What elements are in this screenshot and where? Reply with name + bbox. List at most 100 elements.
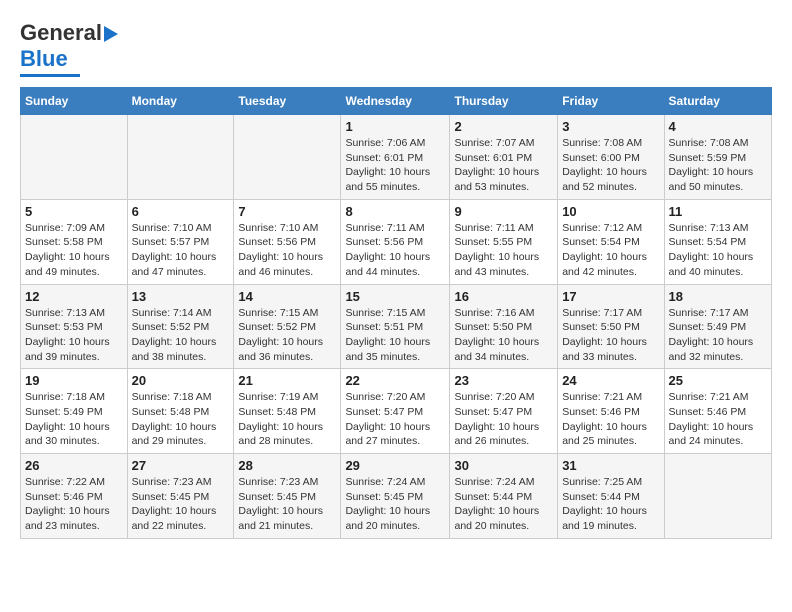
day-number: 27	[132, 458, 230, 473]
day-number: 21	[238, 373, 336, 388]
weekday-wednesday: Wednesday	[341, 88, 450, 115]
day-info: Sunrise: 7:18 AM Sunset: 5:49 PM Dayligh…	[25, 390, 123, 449]
day-info: Sunrise: 7:20 AM Sunset: 5:47 PM Dayligh…	[345, 390, 445, 449]
day-number: 28	[238, 458, 336, 473]
week-row-3: 12 Sunrise: 7:13 AM Sunset: 5:53 PM Dayl…	[21, 284, 772, 369]
day-info: Sunrise: 7:06 AM Sunset: 6:01 PM Dayligh…	[345, 136, 445, 195]
day-info: Sunrise: 7:15 AM Sunset: 5:51 PM Dayligh…	[345, 306, 445, 365]
day-number: 8	[345, 204, 445, 219]
day-number: 1	[345, 119, 445, 134]
calendar-cell: 19 Sunrise: 7:18 AM Sunset: 5:49 PM Dayl…	[21, 369, 128, 454]
calendar-cell: 13 Sunrise: 7:14 AM Sunset: 5:52 PM Dayl…	[127, 284, 234, 369]
calendar-cell: 22 Sunrise: 7:20 AM Sunset: 5:47 PM Dayl…	[341, 369, 450, 454]
day-number: 25	[669, 373, 767, 388]
day-info: Sunrise: 7:10 AM Sunset: 5:56 PM Dayligh…	[238, 221, 336, 280]
calendar-cell: 7 Sunrise: 7:10 AM Sunset: 5:56 PM Dayli…	[234, 199, 341, 284]
day-number: 4	[669, 119, 767, 134]
calendar-cell: 26 Sunrise: 7:22 AM Sunset: 5:46 PM Dayl…	[21, 454, 128, 539]
day-number: 5	[25, 204, 123, 219]
day-number: 2	[454, 119, 553, 134]
day-number: 19	[25, 373, 123, 388]
calendar-cell: 28 Sunrise: 7:23 AM Sunset: 5:45 PM Dayl…	[234, 454, 341, 539]
calendar-cell: 11 Sunrise: 7:13 AM Sunset: 5:54 PM Dayl…	[664, 199, 771, 284]
calendar-body: 1 Sunrise: 7:06 AM Sunset: 6:01 PM Dayli…	[21, 115, 772, 539]
day-number: 17	[562, 289, 659, 304]
day-number: 23	[454, 373, 553, 388]
day-info: Sunrise: 7:14 AM Sunset: 5:52 PM Dayligh…	[132, 306, 230, 365]
day-info: Sunrise: 7:17 AM Sunset: 5:50 PM Dayligh…	[562, 306, 659, 365]
calendar-cell: 16 Sunrise: 7:16 AM Sunset: 5:50 PM Dayl…	[450, 284, 558, 369]
day-number: 26	[25, 458, 123, 473]
calendar-cell: 8 Sunrise: 7:11 AM Sunset: 5:56 PM Dayli…	[341, 199, 450, 284]
day-info: Sunrise: 7:09 AM Sunset: 5:58 PM Dayligh…	[25, 221, 123, 280]
calendar-cell: 3 Sunrise: 7:08 AM Sunset: 6:00 PM Dayli…	[558, 115, 664, 200]
day-info: Sunrise: 7:21 AM Sunset: 5:46 PM Dayligh…	[669, 390, 767, 449]
day-info: Sunrise: 7:08 AM Sunset: 6:00 PM Dayligh…	[562, 136, 659, 195]
calendar-cell: 24 Sunrise: 7:21 AM Sunset: 5:46 PM Dayl…	[558, 369, 664, 454]
calendar-cell: 31 Sunrise: 7:25 AM Sunset: 5:44 PM Dayl…	[558, 454, 664, 539]
day-number: 10	[562, 204, 659, 219]
calendar-table: SundayMondayTuesdayWednesdayThursdayFrid…	[20, 87, 772, 539]
weekday-header-row: SundayMondayTuesdayWednesdayThursdayFrid…	[21, 88, 772, 115]
day-number: 30	[454, 458, 553, 473]
day-info: Sunrise: 7:24 AM Sunset: 5:44 PM Dayligh…	[454, 475, 553, 534]
day-number: 29	[345, 458, 445, 473]
calendar-cell: 2 Sunrise: 7:07 AM Sunset: 6:01 PM Dayli…	[450, 115, 558, 200]
calendar-cell	[127, 115, 234, 200]
calendar-cell: 14 Sunrise: 7:15 AM Sunset: 5:52 PM Dayl…	[234, 284, 341, 369]
day-number: 22	[345, 373, 445, 388]
week-row-4: 19 Sunrise: 7:18 AM Sunset: 5:49 PM Dayl…	[21, 369, 772, 454]
day-info: Sunrise: 7:11 AM Sunset: 5:56 PM Dayligh…	[345, 221, 445, 280]
day-info: Sunrise: 7:23 AM Sunset: 5:45 PM Dayligh…	[238, 475, 336, 534]
day-info: Sunrise: 7:18 AM Sunset: 5:48 PM Dayligh…	[132, 390, 230, 449]
day-info: Sunrise: 7:11 AM Sunset: 5:55 PM Dayligh…	[454, 221, 553, 280]
week-row-5: 26 Sunrise: 7:22 AM Sunset: 5:46 PM Dayl…	[21, 454, 772, 539]
week-row-2: 5 Sunrise: 7:09 AM Sunset: 5:58 PM Dayli…	[21, 199, 772, 284]
day-number: 9	[454, 204, 553, 219]
logo-text: General	[20, 20, 118, 46]
calendar-cell: 17 Sunrise: 7:17 AM Sunset: 5:50 PM Dayl…	[558, 284, 664, 369]
day-number: 3	[562, 119, 659, 134]
day-number: 18	[669, 289, 767, 304]
day-info: Sunrise: 7:19 AM Sunset: 5:48 PM Dayligh…	[238, 390, 336, 449]
day-info: Sunrise: 7:25 AM Sunset: 5:44 PM Dayligh…	[562, 475, 659, 534]
calendar-cell: 30 Sunrise: 7:24 AM Sunset: 5:44 PM Dayl…	[450, 454, 558, 539]
day-number: 14	[238, 289, 336, 304]
calendar-cell: 29 Sunrise: 7:24 AM Sunset: 5:45 PM Dayl…	[341, 454, 450, 539]
week-row-1: 1 Sunrise: 7:06 AM Sunset: 6:01 PM Dayli…	[21, 115, 772, 200]
calendar-cell: 4 Sunrise: 7:08 AM Sunset: 5:59 PM Dayli…	[664, 115, 771, 200]
day-info: Sunrise: 7:07 AM Sunset: 6:01 PM Dayligh…	[454, 136, 553, 195]
day-info: Sunrise: 7:10 AM Sunset: 5:57 PM Dayligh…	[132, 221, 230, 280]
day-info: Sunrise: 7:23 AM Sunset: 5:45 PM Dayligh…	[132, 475, 230, 534]
calendar-cell: 23 Sunrise: 7:20 AM Sunset: 5:47 PM Dayl…	[450, 369, 558, 454]
day-number: 31	[562, 458, 659, 473]
weekday-monday: Monday	[127, 88, 234, 115]
day-number: 11	[669, 204, 767, 219]
day-info: Sunrise: 7:21 AM Sunset: 5:46 PM Dayligh…	[562, 390, 659, 449]
page-header: General Blue	[20, 20, 772, 77]
day-number: 7	[238, 204, 336, 219]
logo: General Blue	[20, 20, 118, 77]
day-number: 20	[132, 373, 230, 388]
calendar-cell: 12 Sunrise: 7:13 AM Sunset: 5:53 PM Dayl…	[21, 284, 128, 369]
weekday-tuesday: Tuesday	[234, 88, 341, 115]
weekday-thursday: Thursday	[450, 88, 558, 115]
calendar-cell	[664, 454, 771, 539]
calendar-cell: 25 Sunrise: 7:21 AM Sunset: 5:46 PM Dayl…	[664, 369, 771, 454]
weekday-sunday: Sunday	[21, 88, 128, 115]
day-number: 12	[25, 289, 123, 304]
day-info: Sunrise: 7:17 AM Sunset: 5:49 PM Dayligh…	[669, 306, 767, 365]
calendar-cell: 15 Sunrise: 7:15 AM Sunset: 5:51 PM Dayl…	[341, 284, 450, 369]
calendar-cell: 21 Sunrise: 7:19 AM Sunset: 5:48 PM Dayl…	[234, 369, 341, 454]
day-info: Sunrise: 7:12 AM Sunset: 5:54 PM Dayligh…	[562, 221, 659, 280]
day-info: Sunrise: 7:16 AM Sunset: 5:50 PM Dayligh…	[454, 306, 553, 365]
day-info: Sunrise: 7:20 AM Sunset: 5:47 PM Dayligh…	[454, 390, 553, 449]
calendar-cell: 27 Sunrise: 7:23 AM Sunset: 5:45 PM Dayl…	[127, 454, 234, 539]
weekday-friday: Friday	[558, 88, 664, 115]
day-info: Sunrise: 7:08 AM Sunset: 5:59 PM Dayligh…	[669, 136, 767, 195]
day-info: Sunrise: 7:13 AM Sunset: 5:54 PM Dayligh…	[669, 221, 767, 280]
day-info: Sunrise: 7:15 AM Sunset: 5:52 PM Dayligh…	[238, 306, 336, 365]
logo-blue-text: Blue	[20, 46, 68, 72]
day-info: Sunrise: 7:24 AM Sunset: 5:45 PM Dayligh…	[345, 475, 445, 534]
logo-underline	[20, 74, 80, 77]
